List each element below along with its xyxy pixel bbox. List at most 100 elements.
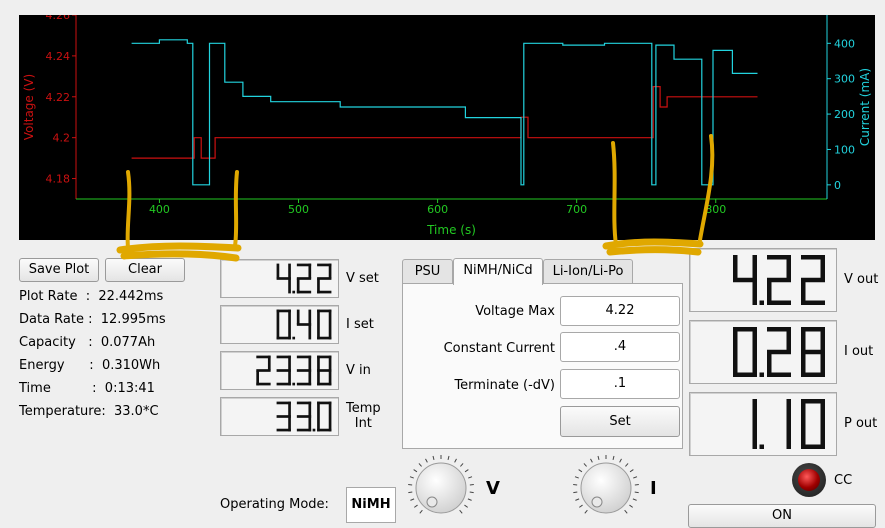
knob-tick xyxy=(420,510,423,513)
i-set-display xyxy=(220,305,339,344)
x-tick-label: 400 xyxy=(149,203,170,216)
x-tick-label: 700 xyxy=(566,203,587,216)
operating-mode-value: NiMH xyxy=(346,487,396,523)
current-knob[interactable] xyxy=(569,454,645,524)
x-tick-label: 600 xyxy=(427,203,448,216)
lcd-decimal-point xyxy=(760,301,765,306)
tab-nimh-nicd[interactable]: NiMH/NiCd xyxy=(453,258,543,285)
temp-int-display xyxy=(220,397,339,436)
knob-tick xyxy=(613,456,614,460)
knob-tick xyxy=(410,477,414,478)
v-out-label: V out xyxy=(844,272,878,287)
knob-tick xyxy=(460,463,463,466)
stat-value: 0.077Ah xyxy=(93,335,156,350)
set-button[interactable]: Set xyxy=(560,406,680,437)
x-tick-label: 500 xyxy=(288,203,309,216)
lcd-decimal-point xyxy=(292,337,295,340)
on-button[interactable]: ON xyxy=(688,504,876,528)
operating-mode-label: Operating Mode: xyxy=(220,497,329,512)
knob-tick xyxy=(625,463,628,466)
stat-label: Capacity : xyxy=(19,335,93,350)
y-right-tick-label: 300 xyxy=(834,73,855,86)
cc-led-icon xyxy=(798,469,820,491)
nimh-settings-panel: Voltage Max 4.22 Constant Current .4 Ter… xyxy=(402,283,683,449)
stat-value: 12.995ms xyxy=(93,312,166,327)
knob-tick xyxy=(575,477,579,478)
v-in-label: V in xyxy=(346,363,371,378)
knob-tick xyxy=(573,492,577,493)
terminate-input[interactable]: .1 xyxy=(560,369,680,399)
v-set-display xyxy=(220,259,339,298)
knob-tick xyxy=(408,492,412,493)
cc-label: CC xyxy=(834,473,852,488)
knob-tick xyxy=(414,470,417,472)
stat-row: Capacity : 0.077Ah xyxy=(19,335,155,350)
stat-row: Temperature: 33.0*C xyxy=(19,404,159,419)
tab-li-ion-li-po[interactable]: Li-Ion/Li-Po xyxy=(543,259,633,284)
v-set-label: V set xyxy=(346,271,379,286)
knob-tick xyxy=(584,463,587,466)
knob-tick xyxy=(579,505,582,507)
y-right-tick-label: 0 xyxy=(834,179,841,192)
constant-current-input[interactable]: .4 xyxy=(560,332,680,362)
stat-value: 33.0*C xyxy=(106,404,159,419)
clear-button[interactable]: Clear xyxy=(105,258,185,282)
y-left-tick-label: 4.2 xyxy=(53,132,71,145)
knob-tick xyxy=(455,459,457,463)
stat-label: Time : xyxy=(19,381,97,396)
y-left-tick-label: 4.22 xyxy=(46,91,71,104)
knob-tick xyxy=(625,510,628,513)
lcd-decimal-point xyxy=(760,445,765,450)
knob-tick xyxy=(448,456,449,460)
i-out-label: I out xyxy=(844,344,873,359)
knob-tick xyxy=(629,505,632,507)
voltage-knob[interactable] xyxy=(404,454,480,524)
knob-tick xyxy=(468,477,472,478)
lcd-decimal-point xyxy=(292,383,295,386)
terminate-label: Terminate (-dV) xyxy=(395,378,555,393)
stat-value: 0:13:41 xyxy=(97,381,155,396)
y-right-tick-label: 100 xyxy=(834,143,855,156)
y-right-tick-label: 400 xyxy=(834,37,855,50)
tab-psu[interactable]: PSU xyxy=(402,259,453,284)
lcd-decimal-point xyxy=(292,291,295,294)
lcd-decimal-point xyxy=(313,429,316,432)
v-in-display xyxy=(220,351,339,390)
knob-tick xyxy=(635,492,639,493)
knob-tick xyxy=(633,499,637,500)
knob-tick xyxy=(633,477,637,478)
knob-tick xyxy=(579,470,582,472)
stat-row: Plot Rate : 22.442ms xyxy=(19,289,163,304)
stat-label: Data Rate : xyxy=(19,312,93,327)
voltage-series-line xyxy=(132,87,758,159)
knob-tick xyxy=(470,492,474,493)
voltage-max-input[interactable]: 4.22 xyxy=(560,296,680,326)
knob-tick xyxy=(585,510,588,513)
i-out-display xyxy=(689,320,837,384)
x-tick-label: 800 xyxy=(705,203,726,216)
stat-row: Energy : 0.310Wh xyxy=(19,358,160,373)
y-right-axis-label: Current (mA) xyxy=(858,68,872,146)
constant-current-label: Constant Current xyxy=(395,341,555,356)
save-plot-button[interactable]: Save Plot xyxy=(19,258,99,282)
p-out-display xyxy=(689,392,837,456)
stat-label: Temperature: xyxy=(19,404,106,419)
knob-tick xyxy=(598,456,599,460)
stat-row: Time : 0:13:41 xyxy=(19,381,155,396)
y-left-tick-label: 4.24 xyxy=(46,50,71,63)
knob-tick xyxy=(414,505,417,507)
stat-label: Energy : xyxy=(19,358,94,373)
charge-plot: 4005006007008004.184.24.224.244.26010020… xyxy=(19,15,875,240)
knob-tick xyxy=(460,510,463,513)
cc-indicator-bezel xyxy=(792,463,826,497)
y-left-axis-label: Voltage (V) xyxy=(22,74,36,140)
v-out-display xyxy=(689,248,837,312)
knob-tick xyxy=(464,505,467,507)
voltage-knob-label: V xyxy=(486,478,500,499)
knob-tick xyxy=(620,459,622,463)
y-left-tick-label: 4.18 xyxy=(46,173,71,186)
knob-tick xyxy=(433,456,434,460)
p-out-label: P out xyxy=(844,416,877,431)
stat-label: Plot Rate : xyxy=(19,289,90,304)
x-axis-label: Time (s) xyxy=(426,223,476,237)
